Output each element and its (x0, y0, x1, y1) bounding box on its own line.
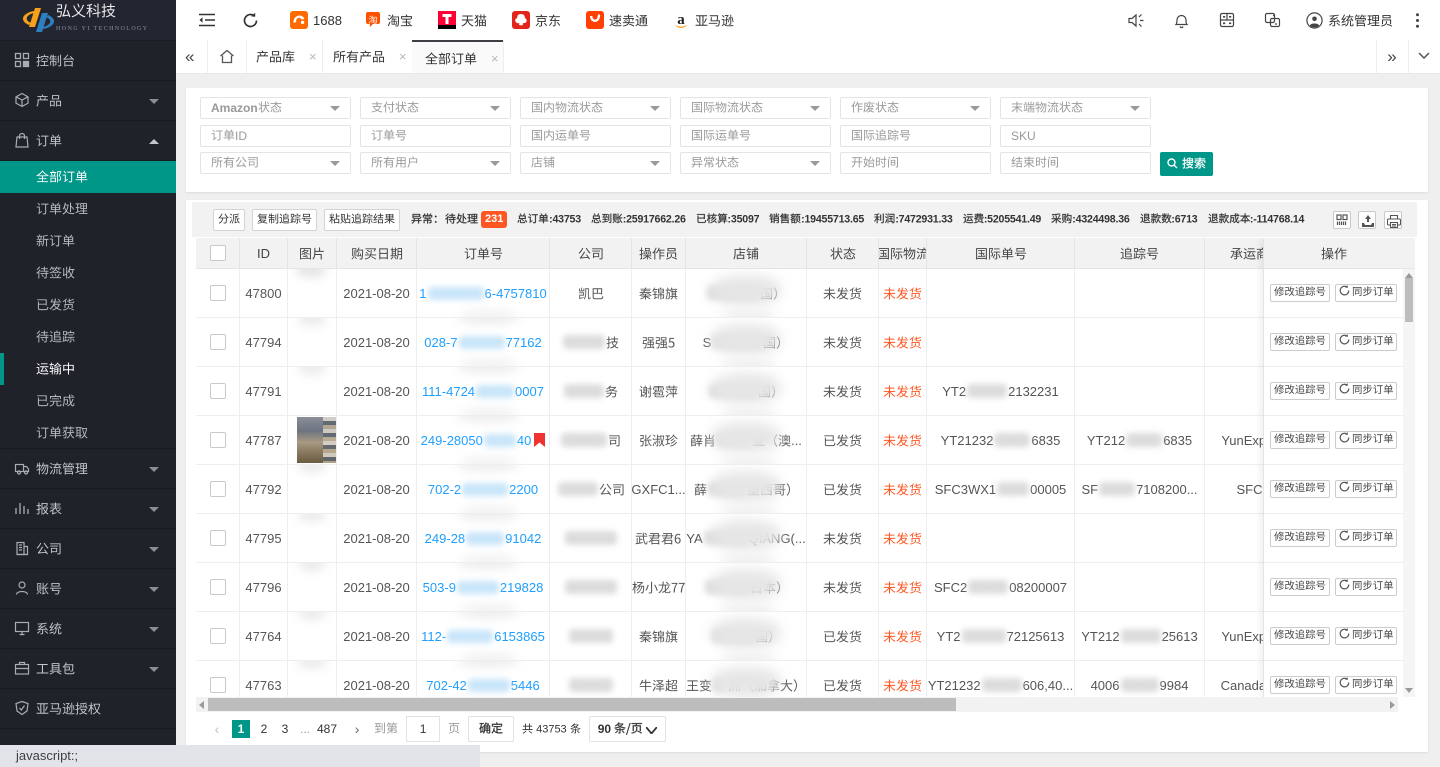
svg-text:a: a (677, 12, 685, 28)
